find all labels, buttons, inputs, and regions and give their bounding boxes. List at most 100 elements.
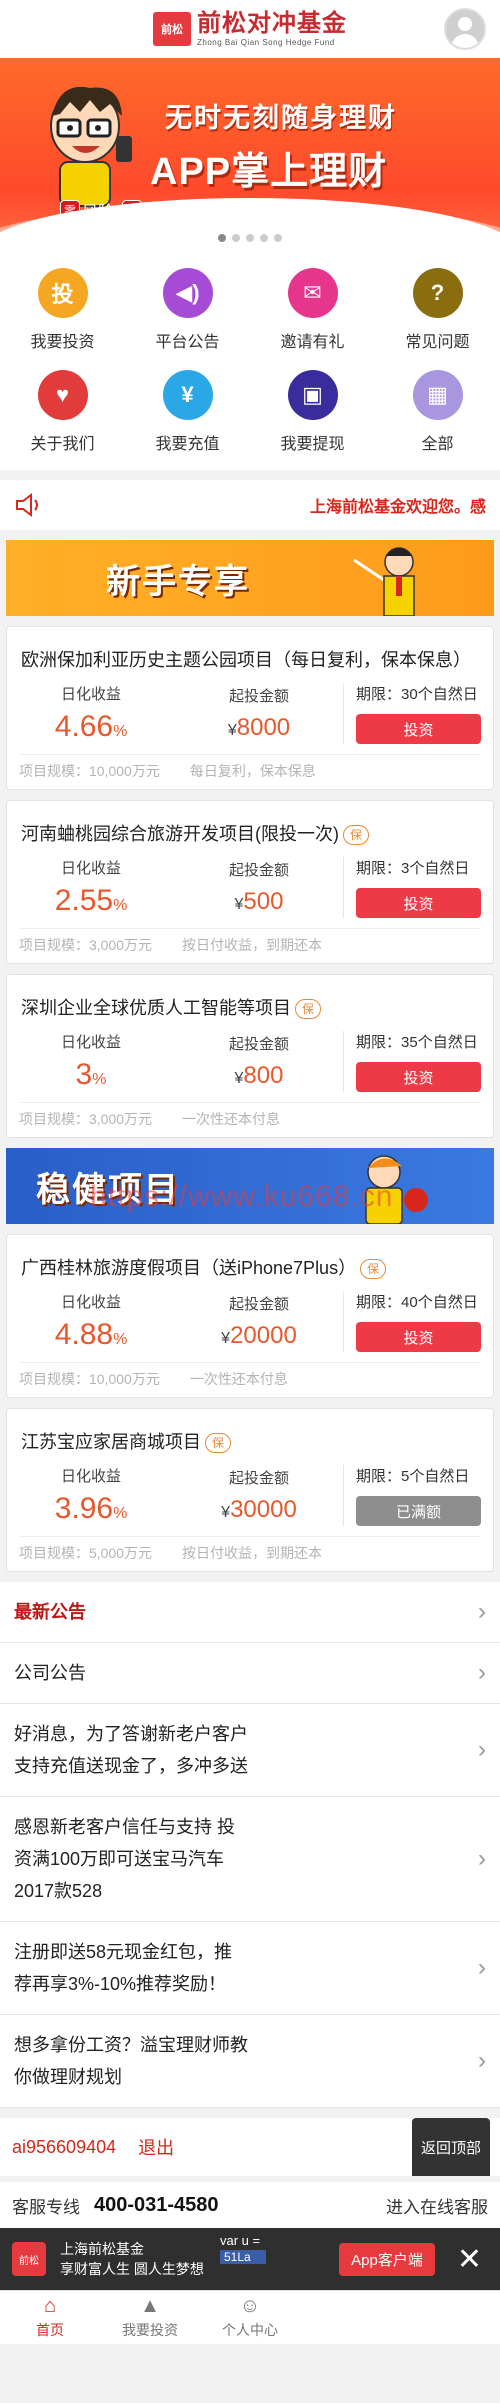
rate-value: 4.88% bbox=[7, 1318, 175, 1352]
project-title[interactable]: 深圳企业全球优质人工智能等项目保 bbox=[7, 975, 493, 1027]
invest-button[interactable]: 投资 bbox=[356, 888, 481, 918]
service-phone[interactable]: 400-031-4580 bbox=[94, 2194, 219, 2217]
stable-project-list: 广西桂林旅游度假项目（送iPhone7Plus）保日化收益 4.88% 起投金额 ¥2… bbox=[0, 1234, 500, 1572]
announcement-header[interactable]: 最新公告 › bbox=[0, 1582, 500, 1643]
project-card[interactable]: 河南蛐桃园综合旅游开发项目(限投一次) 保日化收益 2.55% 起投金额 ¥500 期限：… bbox=[6, 800, 494, 964]
menu-label: 我要投资 bbox=[30, 334, 95, 351]
menu-icon: ◀) bbox=[162, 268, 213, 318]
menu-item[interactable]: ◀) 平台公告 bbox=[125, 268, 250, 352]
promo-banner[interactable]: 无时无刻随身理财 APP掌上理财 零风险高收益更灵活更方便更快捷 bbox=[0, 58, 500, 248]
online-service-link[interactable]: 进入在线客服 bbox=[386, 2193, 488, 2218]
carousel-dot[interactable] bbox=[274, 234, 282, 242]
guarantee-badge: 保 bbox=[360, 1259, 387, 1280]
chevron-right-icon: › bbox=[478, 1736, 486, 1763]
notice-bar[interactable]: 上海前松基金欢迎您。感 bbox=[0, 480, 500, 530]
menu-item[interactable]: ▣ 我要提现 bbox=[250, 370, 375, 454]
min-label: 起投金额 bbox=[228, 1470, 289, 1487]
project-title-text: 广西桂林旅游度假项目（送iPhone7Plus） bbox=[21, 1258, 357, 1278]
repay-method: 按日付收益，到期还本 bbox=[182, 1545, 323, 1561]
notice-text: 上海前松基金欢迎您。感 bbox=[309, 499, 486, 516]
scale-label: 项目规模： bbox=[19, 937, 89, 953]
period-value: 5个自然日 bbox=[401, 1468, 470, 1485]
project-footer: 项目规模：10,000万元 每日复利，保本保息 bbox=[19, 754, 481, 789]
menu-item[interactable]: ? 常见问题 bbox=[375, 268, 500, 352]
menu-item[interactable]: ¥ 我要充值 bbox=[125, 370, 250, 454]
announcement-list: 最新公告 › 公司公告 › 好消息，为了答谢新老户客户支持充值送现金了，多冲多送 › 感恩新… bbox=[0, 1582, 500, 2108]
percent-sign: % bbox=[113, 897, 128, 914]
menu-icon: ¥ bbox=[162, 370, 213, 420]
yen-sign: ¥ bbox=[221, 1504, 231, 1521]
announcement-item[interactable]: 想多拿份工资？溢宝理财师教你做理财规划 › bbox=[0, 2015, 500, 2108]
back-to-top-button[interactable]: 返回顶部 bbox=[412, 2118, 490, 2176]
menu-icon: ? bbox=[412, 268, 463, 318]
carousel-dot[interactable] bbox=[218, 234, 226, 242]
menu-item[interactable]: 投我要投资 bbox=[0, 268, 125, 352]
period-label: 期限： bbox=[356, 1034, 402, 1051]
user-id[interactable]: ai956609404 bbox=[12, 2137, 116, 2158]
tab-item[interactable]: ⌂ 首页 bbox=[0, 2291, 100, 2344]
project-title[interactable]: 广西桂林旅游度假项目（送iPhone7Plus）保 bbox=[7, 1235, 493, 1287]
invest-button[interactable]: 投资 bbox=[356, 714, 481, 744]
period: 期限：35个自然日 bbox=[356, 1031, 481, 1052]
newbie-title: 新手专享 bbox=[106, 563, 250, 601]
min-number: 800 bbox=[243, 1062, 284, 1089]
rate-number: 4.88 bbox=[54, 1318, 114, 1351]
project-title[interactable]: 河南蛐桃园综合旅游开发项目(限投一次) 保 bbox=[7, 801, 493, 853]
rate-label: 日化收益 bbox=[60, 1294, 121, 1311]
stat-label: var u = bbox=[220, 2233, 261, 2248]
full-button[interactable]: 已满额 bbox=[356, 1496, 481, 1526]
min-number: 8000 bbox=[236, 714, 291, 741]
service-bar: 客服专线 400-031-4580 进入在线客服 bbox=[0, 2182, 500, 2228]
project-card[interactable]: 广西桂林旅游度假项目（送iPhone7Plus）保日化收益 4.88% 起投金额 ¥2… bbox=[6, 1234, 494, 1398]
brand-logo[interactable]: 前松 前松对冲基金 Zhong Bai Qian Song Hedge Fund bbox=[153, 11, 347, 47]
carousel-dot[interactable] bbox=[260, 234, 268, 242]
close-icon[interactable]: ✕ bbox=[457, 2242, 482, 2277]
project-title[interactable]: 江苏宝应家居商城项目保 bbox=[7, 1409, 493, 1461]
project-title-text: 深圳企业全球优质人工智能等项目 bbox=[21, 998, 291, 1018]
project-title-text: 欧洲保加利亚历史主题公园项目（每日复利，保本保息） bbox=[21, 650, 471, 670]
carousel-dot[interactable] bbox=[232, 234, 240, 242]
logout-link[interactable]: 退出 bbox=[138, 2134, 174, 2160]
announcement-item[interactable]: 公司公告 › bbox=[0, 1643, 500, 1704]
project-footer: 项目规模：3,000万元 一次性还本付息 bbox=[19, 1102, 481, 1137]
menu-label: 邀请有礼 bbox=[280, 334, 345, 351]
repay-method: 一次性还本付息 bbox=[189, 1371, 288, 1387]
service-label: 客服专线 bbox=[12, 2197, 80, 2217]
user-row: ai956609404 退出 返回顶部 bbox=[0, 2118, 500, 2176]
newbie-banner[interactable]: 新手专享 bbox=[6, 540, 494, 616]
announcement-text: 好消息，为了答谢新老户客户支持充值送现金了，多冲多送 bbox=[14, 1724, 248, 1776]
guarantee-badge: 保 bbox=[295, 999, 322, 1020]
menu-label: 常见问题 bbox=[405, 334, 470, 351]
menu-item[interactable]: ✉ 邀请有礼 bbox=[250, 268, 375, 352]
project-card[interactable]: 深圳企业全球优质人工智能等项目保日化收益 3% 起投金额 ¥800 期限：35个自然日投… bbox=[6, 974, 494, 1138]
carousel-dot[interactable] bbox=[246, 234, 254, 242]
avatar[interactable] bbox=[444, 8, 486, 50]
menu-item[interactable]: ♥ 关于我们 bbox=[0, 370, 125, 454]
tab-label: 个人中心 bbox=[222, 2321, 278, 2338]
tab-item[interactable]: ▲ 我要投资 bbox=[100, 2291, 200, 2344]
announcement-item[interactable]: 感恩新老客户信任与支持 投资满100万即可送宝马汽车2017款528 › bbox=[0, 1797, 500, 1922]
app-download-bar: 前松 上海前松基金 享财富人生 圆人生梦想 var u = 51La App客户… bbox=[0, 2228, 500, 2290]
app-client-button[interactable]: App客户端 bbox=[339, 2242, 435, 2276]
app-logo: 前松 bbox=[12, 2242, 46, 2276]
announcement-item[interactable]: 注册即送58元现金红包，推荐再享3%-10%推荐奖励！ › bbox=[0, 1922, 500, 2015]
period-label: 期限： bbox=[356, 1468, 402, 1485]
yen-sign: ¥ bbox=[227, 722, 237, 739]
invest-button[interactable]: 投资 bbox=[356, 1062, 481, 1092]
carousel-dots[interactable] bbox=[0, 234, 500, 242]
project-card[interactable]: 欧洲保加利亚历史主题公园项目（每日复利，保本保息） 日化收益 4.66% 起投金额 ¥8… bbox=[6, 626, 494, 790]
project-scale: 项目规模：10,000万元 bbox=[19, 1369, 160, 1389]
tab-item[interactable]: ☺ 个人中心 bbox=[200, 2291, 300, 2344]
chevron-right-icon: › bbox=[478, 1598, 486, 1625]
tab-icon: ⌂ bbox=[43, 2294, 57, 2317]
project-title[interactable]: 欧洲保加利亚历史主题公园项目（每日复利，保本保息） bbox=[7, 627, 493, 679]
project-card[interactable]: 江苏宝应家居商城项目保日化收益 3.96% 起投金额 ¥30000 期限：5个自然日 已满… bbox=[6, 1408, 494, 1572]
menu-item[interactable]: ▦ 全部 bbox=[375, 370, 500, 454]
guarantee-badge: 保 bbox=[343, 825, 370, 846]
invest-button[interactable]: 投资 bbox=[356, 1322, 481, 1352]
menu-icon: ✉ bbox=[287, 268, 338, 318]
period: 期限：5个自然日 bbox=[356, 1465, 481, 1486]
period-value: 3个自然日 bbox=[401, 860, 470, 877]
announcement-item[interactable]: 好消息，为了答谢新老户客户支持充值送现金了，多冲多送 › bbox=[0, 1704, 500, 1797]
announcement-title: 最新公告 bbox=[14, 1602, 86, 1622]
